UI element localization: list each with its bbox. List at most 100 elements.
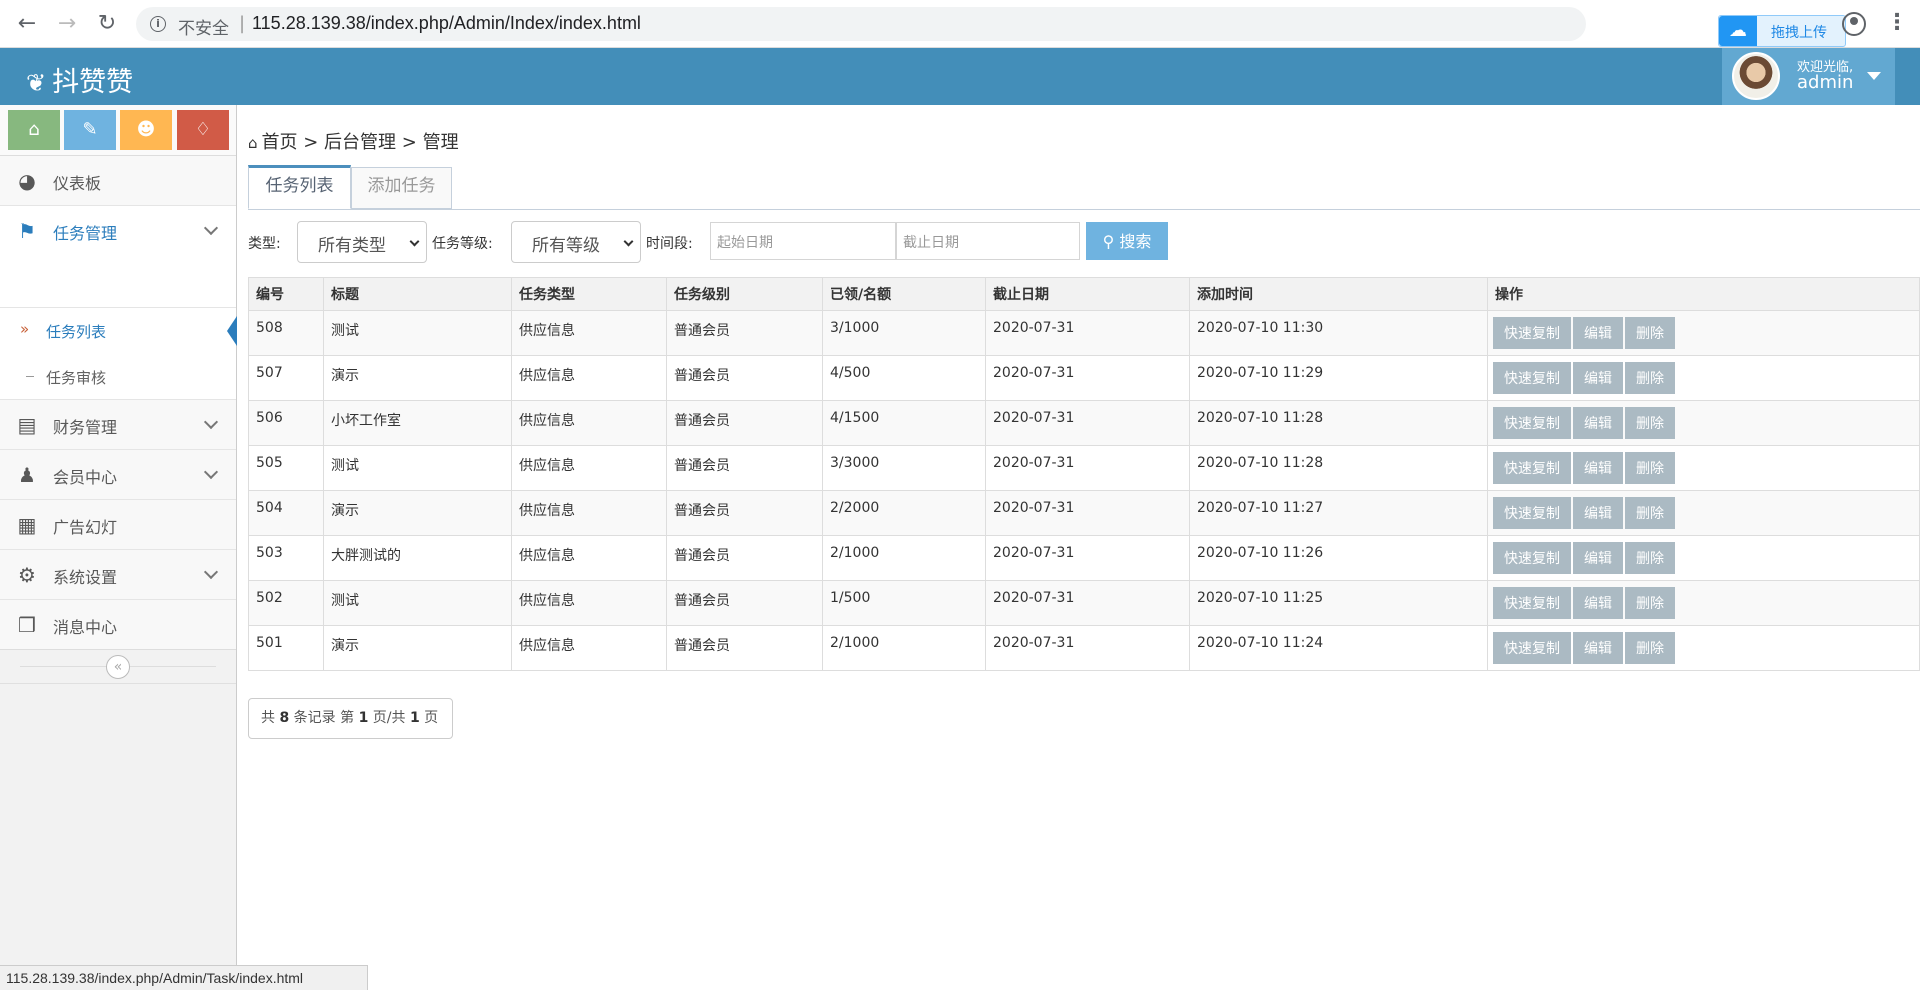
edit-button[interactable]: 编辑 [1573, 632, 1623, 664]
kebab-menu-icon[interactable]: ⋮ [1886, 10, 1908, 36]
level-select[interactable]: 所有等级 [511, 221, 641, 263]
edit-button[interactable]: 编辑 [1573, 362, 1623, 394]
sidebar-subitem-task-list[interactable]: » 任务列表 [0, 308, 237, 354]
quick-copy-button[interactable]: 快速复制 [1493, 497, 1571, 529]
table-cell: 2020-07-31 [985, 580, 1190, 626]
info-icon[interactable]: i [150, 16, 166, 32]
table-cell: 504 [248, 490, 324, 536]
delete-button[interactable]: 删除 [1625, 407, 1675, 439]
sidebar-item-label: 系统设置 [53, 568, 118, 587]
end-date-input[interactable]: 截止日期 [896, 222, 1080, 260]
table-cell: 普通会员 [666, 535, 823, 581]
search-icon: ⚲ [1102, 232, 1115, 251]
profile-icon[interactable] [1842, 12, 1866, 36]
back-arrow-icon[interactable]: ← [14, 11, 40, 37]
pencil-shortcut-button[interactable]: ✎ [64, 110, 116, 150]
quick-copy-button[interactable]: 快速复制 [1493, 542, 1571, 574]
column-header[interactable]: 编号 [248, 277, 324, 311]
edit-button[interactable]: 编辑 [1573, 407, 1623, 439]
sidebar-item-tasks[interactable]: ⚑ 任务管理 [0, 206, 236, 308]
drive-icon: ▤ [17, 413, 37, 437]
address-bar[interactable]: i 不安全 | 115.28.139.38/index.php/Admin/In… [136, 7, 1586, 41]
quick-copy-button[interactable]: 快速复制 [1493, 317, 1571, 349]
forward-arrow-icon[interactable]: → [54, 11, 80, 37]
table-cell: 演示 [323, 490, 512, 536]
type-select[interactable]: 所有类型 [297, 221, 427, 263]
delete-button[interactable]: 删除 [1625, 587, 1675, 619]
delete-button[interactable]: 删除 [1625, 542, 1675, 574]
quick-copy-button[interactable]: 快速复制 [1493, 407, 1571, 439]
column-header[interactable]: 任务级别 [666, 277, 823, 311]
quick-copy-button[interactable]: 快速复制 [1493, 452, 1571, 484]
column-header[interactable]: 添加时间 [1189, 277, 1488, 311]
table-cell: 3/1000 [822, 310, 986, 356]
quick-copy-button[interactable]: 快速复制 [1493, 632, 1571, 664]
edit-button[interactable]: 编辑 [1573, 497, 1623, 529]
quick-copy-button[interactable]: 快速复制 [1493, 362, 1571, 394]
column-header[interactable]: 任务类型 [511, 277, 667, 311]
table-cell: 2020-07-31 [985, 310, 1190, 356]
chevron-down-icon [203, 220, 219, 236]
table-cell: 2020-07-31 [985, 625, 1190, 671]
edit-button[interactable]: 编辑 [1573, 542, 1623, 574]
chevron-down-icon [203, 464, 219, 480]
collapse-sidebar-button[interactable]: « [106, 655, 130, 679]
sidebar-subitem-task-review[interactable]: 任务审核 [0, 354, 236, 400]
bell-shortcut-button[interactable]: ♢ [177, 110, 229, 150]
sidebar-item-messages[interactable]: ❒ 消息中心 [0, 600, 236, 650]
reload-icon[interactable]: ↻ [94, 11, 120, 37]
sidebar-item-settings[interactable]: ⚙ 系统设置 [0, 550, 236, 600]
delete-button[interactable]: 删除 [1625, 317, 1675, 349]
tasks-submenu: » 任务列表 任务审核 [0, 308, 237, 400]
sidebar-item-finance[interactable]: ▤ 财务管理 [0, 400, 236, 450]
table-row: 504 演示 供应信息 普通会员 2/2000 2020-07-31 2020-07-10 … [248, 490, 1920, 536]
table-cell: 2/1000 [822, 535, 986, 581]
sidebar-item-members[interactable]: ♟ 会员中心 [0, 450, 236, 500]
table-cell: 供应信息 [511, 625, 667, 671]
user-menu[interactable]: 欢迎光临, admin [1722, 48, 1895, 105]
quick-copy-button[interactable]: 快速复制 [1493, 587, 1571, 619]
table-cell: 大胖测试的 [323, 535, 512, 581]
tab-task-list[interactable]: 任务列表 [248, 165, 351, 209]
home-shortcut-button[interactable]: ⌂ [8, 110, 60, 150]
column-header[interactable]: 截止日期 [985, 277, 1190, 311]
sidebar-item-dashboard[interactable]: ◕ 仪表板 [0, 156, 236, 206]
delete-button[interactable]: 删除 [1625, 452, 1675, 484]
delete-button[interactable]: 删除 [1625, 362, 1675, 394]
upload-extension-button[interactable]: ☁ 拖拽上传 [1718, 15, 1846, 47]
url-text[interactable]: 115.28.139.38/index.php/Admin/Index/inde… [252, 13, 641, 34]
edit-button[interactable]: 编辑 [1573, 587, 1623, 619]
delete-button[interactable]: 删除 [1625, 497, 1675, 529]
table-cell: 演示 [323, 625, 512, 671]
picture-icon: ▦ [17, 513, 37, 537]
sidebar-item-ads[interactable]: ▦ 广告幻灯 [0, 500, 236, 550]
breadcrumb-text[interactable]: 首页 > 后台管理 > 管理 [262, 132, 459, 153]
avatar [1732, 52, 1780, 100]
logo-text: 抖赞赞 [52, 67, 134, 98]
delete-button[interactable]: 删除 [1625, 632, 1675, 664]
users-shortcut-button[interactable]: ☻ [120, 110, 172, 150]
dashboard-icon: ◕ [18, 169, 36, 193]
table-cell: 508 [248, 310, 324, 356]
edit-button[interactable]: 编辑 [1573, 317, 1623, 349]
edit-button[interactable]: 编辑 [1573, 452, 1623, 484]
table-cell: 供应信息 [511, 355, 667, 401]
table-cell: 2020-07-31 [985, 445, 1190, 491]
table-cell: 2020-07-10 11:26 [1189, 535, 1488, 581]
chevron-down-icon [409, 236, 420, 247]
column-header[interactable]: 已领/名额 [822, 277, 986, 311]
app-logo[interactable]: ❦ 抖赞赞 [26, 60, 133, 99]
column-header[interactable]: 标题 [323, 277, 512, 311]
table-cell: 503 [248, 535, 324, 581]
search-button-label: 搜索 [1119, 232, 1152, 251]
home-icon[interactable]: ⌂ [248, 134, 258, 152]
users-icon: ☻ [136, 119, 156, 140]
tree-line [26, 376, 34, 377]
tab-add-task[interactable]: 添加任务 [351, 167, 452, 209]
caret-down-icon [1867, 72, 1881, 80]
search-button[interactable]: ⚲ 搜索 [1086, 222, 1168, 260]
table-row: 505 测试 供应信息 普通会员 3/3000 2020-07-31 2020-07-10 … [248, 445, 1920, 491]
task-table: 编号 标题 任务类型 任务级别 已领/名额 截止日期 添加时间 操作 508 测试… [248, 277, 1920, 671]
table-cell: 2/2000 [822, 490, 986, 536]
start-date-input[interactable]: 起始日期 [710, 222, 896, 260]
